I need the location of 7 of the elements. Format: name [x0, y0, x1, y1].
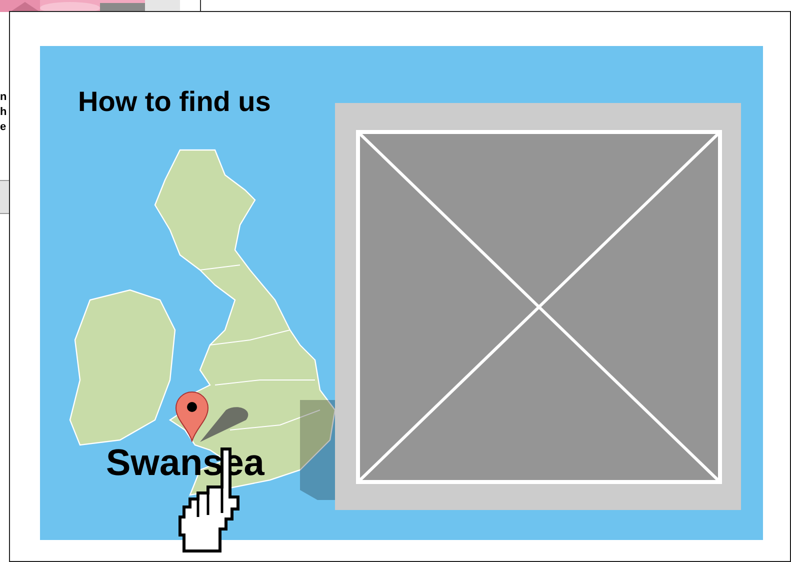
panel-title: How to find us	[78, 86, 271, 118]
map-pin-icon	[174, 390, 210, 442]
text-fragment: e	[0, 120, 7, 135]
pin-shadow-icon	[198, 406, 250, 444]
text-fragment: h	[0, 105, 7, 120]
text-fragment: n	[0, 90, 7, 105]
background-bar	[0, 180, 10, 214]
